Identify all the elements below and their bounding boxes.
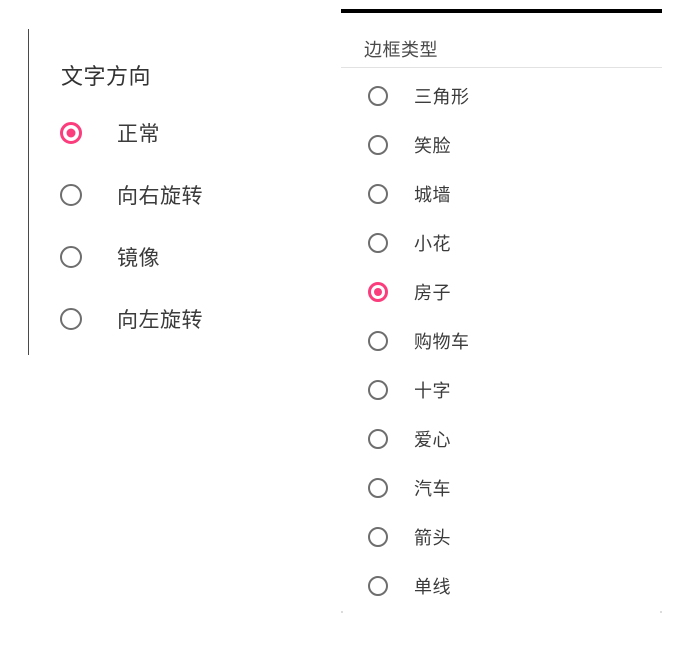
radio-label: 爱心 (414, 429, 451, 450)
text-direction-panel: 文字方向 正常 向右旋转 镜像 向左旋转 (28, 29, 328, 355)
radio-label: 笑脸 (414, 135, 451, 156)
radio-option-arrow[interactable]: 箭头 (341, 512, 662, 561)
radio-option-flower[interactable]: 小花 (341, 218, 662, 267)
radio-option-shopping-cart[interactable]: 购物车 (341, 316, 662, 365)
radio-icon-unselected[interactable] (368, 428, 388, 449)
radio-label: 房子 (414, 282, 451, 303)
heading-divider (341, 67, 662, 68)
radio-label: 十字 (414, 380, 451, 401)
radio-icon-unselected[interactable] (368, 134, 388, 155)
radio-label: 向右旋转 (117, 185, 203, 208)
border-type-radio-group: 三角形 笑脸 城墙 小花 房子 购物车 十字 爱心 汽车 箭头 单线 (341, 71, 662, 610)
radio-option-smiley[interactable]: 笑脸 (341, 120, 662, 169)
radio-label: 小花 (414, 233, 451, 254)
radio-label: 箭头 (414, 527, 451, 548)
radio-option-cross[interactable]: 十字 (341, 365, 662, 414)
radio-option-single-line[interactable]: 单线 (341, 561, 662, 610)
radio-icon-unselected[interactable] (368, 183, 388, 204)
radio-label: 向左旋转 (117, 309, 203, 332)
radio-icon-unselected[interactable] (368, 85, 388, 106)
radio-icon-unselected[interactable] (60, 184, 82, 206)
text-direction-heading: 文字方向 (61, 64, 152, 89)
radio-icon-unselected[interactable] (368, 575, 388, 596)
radio-option-normal[interactable]: 正常 (29, 102, 328, 164)
radio-icon-unselected[interactable] (368, 477, 388, 498)
radio-option-city-wall[interactable]: 城墙 (341, 169, 662, 218)
radio-icon-unselected[interactable] (368, 232, 388, 253)
radio-icon-selected[interactable] (60, 122, 82, 144)
radio-icon-unselected[interactable] (368, 330, 388, 351)
radio-icon-selected[interactable] (368, 281, 388, 302)
radio-option-house[interactable]: 房子 (341, 267, 662, 316)
radio-option-triangle[interactable]: 三角形 (341, 71, 662, 120)
radio-icon-unselected[interactable] (368, 379, 388, 400)
radio-option-rotate-right[interactable]: 向右旋转 (29, 164, 328, 226)
radio-label: 单线 (414, 576, 451, 597)
radio-icon-unselected[interactable] (60, 246, 82, 268)
panel-top-rule (341, 9, 662, 13)
radio-label: 正常 (117, 123, 160, 146)
text-direction-radio-group: 正常 向右旋转 镜像 向左旋转 (29, 102, 328, 350)
radio-option-mirror[interactable]: 镜像 (29, 226, 328, 288)
panel-corner-tick-right (660, 611, 662, 613)
radio-label: 购物车 (414, 331, 470, 352)
radio-label: 三角形 (414, 86, 470, 107)
radio-label: 镜像 (117, 247, 160, 270)
radio-label: 汽车 (414, 478, 451, 499)
radio-option-heart[interactable]: 爱心 (341, 414, 662, 463)
border-type-heading: 边框类型 (364, 40, 438, 60)
radio-option-rotate-left[interactable]: 向左旋转 (29, 288, 328, 350)
panel-corner-tick-left (341, 611, 343, 613)
radio-icon-unselected[interactable] (60, 308, 82, 330)
radio-icon-unselected[interactable] (368, 526, 388, 547)
border-type-panel: 边框类型 三角形 笑脸 城墙 小花 房子 购物车 十字 爱心 汽车 箭头 单线 (341, 9, 662, 597)
radio-option-car[interactable]: 汽车 (341, 463, 662, 512)
radio-label: 城墙 (414, 184, 451, 205)
